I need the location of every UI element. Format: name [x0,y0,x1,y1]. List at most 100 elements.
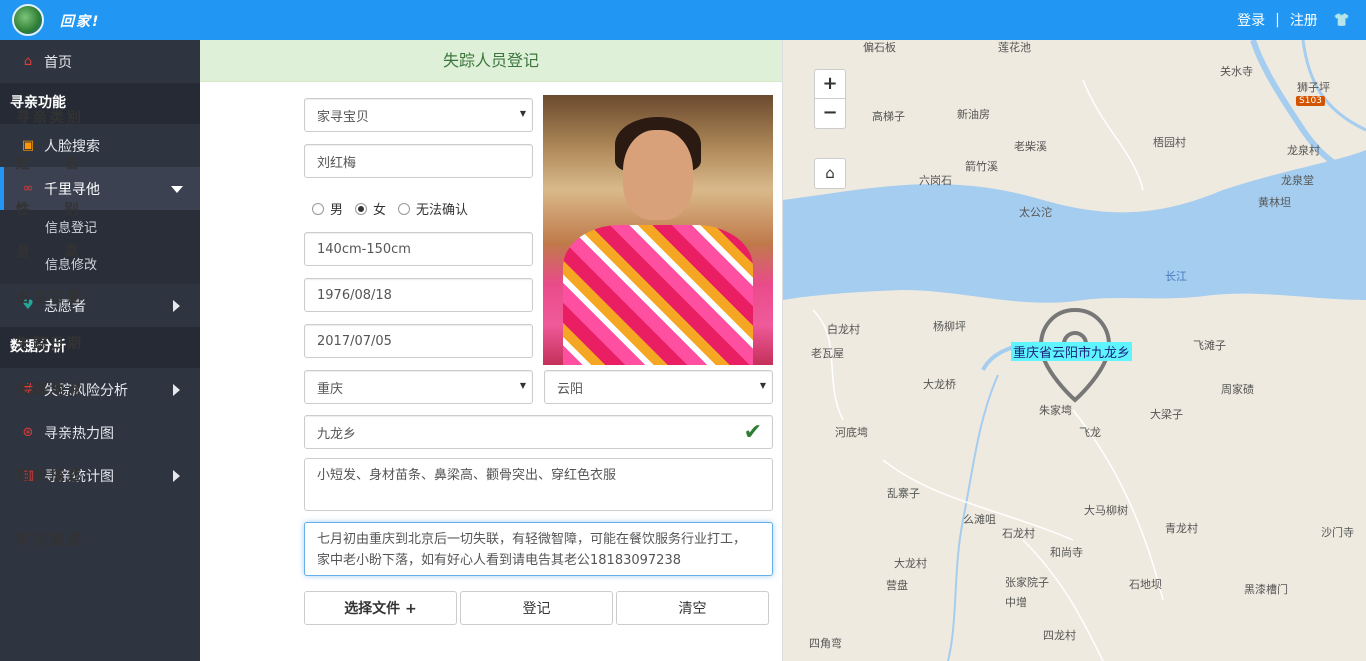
place-label: 老柴溪 [1014,140,1047,153]
place-label: 四龙村 [1043,629,1076,642]
place-label: 梧园村 [1153,136,1186,149]
place-label: 乱寨子 [887,487,920,500]
description-label: 相关描述 [16,468,84,484]
place-label: 大龙桥 [923,378,956,391]
shirt-icon[interactable]: 👕 [1334,13,1350,28]
city-select-value: 云阳 [557,381,584,397]
birth-label: 出生日期 [16,290,84,306]
radio-label: 女 [373,203,387,218]
place-label: 飞滩子 [1193,339,1226,352]
zoom-control: + − [814,69,846,129]
brand-title: 回家! [60,14,101,30]
description-textarea[interactable]: 小短发、身材苗条、鼻梁高、颧骨突出、穿红色衣服 [304,458,773,511]
chevron-right-icon [173,384,180,396]
chevron-down-icon [171,186,183,193]
height-label: 身 高 [16,244,82,260]
submit-button[interactable]: 登记 [460,591,613,625]
place-label: 中增 [1005,596,1027,609]
river-label: 长江 [1165,270,1187,283]
place-label: 箭竹溪 [965,160,998,173]
place-label: 黑漆槽门 [1244,583,1288,596]
place-label: 营盘 [886,579,908,592]
clear-button[interactable]: 清空 [616,591,769,625]
place-label: 大马柳树 [1084,504,1128,517]
name-field[interactable]: 刘红梅 [304,144,533,178]
place-label: 莲花池 [998,41,1031,54]
sidebar-item-heatmap[interactable]: ⊛ 寻亲热力图 [0,411,200,454]
home-icon: ⌂ [23,54,33,69]
road-badge: S103 [1296,96,1325,106]
place-label: 张家院子 [1005,576,1049,589]
missing-date-value: 2017/07/05 [317,333,392,349]
auth-links: 登录 | 注册 👕 [1237,10,1350,30]
map-view[interactable]: + − ⌂ S103 长江 重庆省云阳市九龙乡 偏石板 莲花池 关水寺 狮子坪 … [783,40,1366,661]
radio-button-selected[interactable] [355,202,368,215]
province-select[interactable]: 重庆 [304,370,533,404]
zoom-out-button[interactable]: − [815,99,845,128]
place-label: 白龙村 [827,323,860,336]
place-label: 飞龙 [1079,426,1101,439]
name-label: 姓 名 [16,156,82,172]
extra-textarea[interactable]: 七月初由重庆到北京后一切失联，有轻微智障，可能在餐饮服务行业打工，家中老小盼下落… [304,522,773,576]
place-label: 青龙村 [1165,522,1198,535]
province-select-value: 重庆 [317,381,344,397]
panel-title: 失踪人员登记 [200,40,782,82]
face-scan-icon: ▣ [21,138,35,153]
zoom-in-button[interactable]: + [815,70,845,99]
extra-label: 附加描述 [16,532,84,548]
description-value: 小短发、身材苗条、鼻梁高、颧骨突出、穿红色衣服 [317,468,617,483]
sidebar-item-label: 寻亲热力图 [44,425,114,442]
place-label: 龙泉村 [1287,144,1320,157]
gender-option-unknown[interactable]: 无法确认 [398,199,468,218]
birth-date-field[interactable]: 1976/08/18 [304,278,533,312]
binoculars-icon: ∞ [22,181,34,196]
register-link[interactable]: 注册 [1290,10,1318,30]
place-label: 狮子坪 [1297,81,1330,94]
place-label: 么滩咀 [963,513,996,526]
place-label: 偏石板 [863,41,896,54]
city-select[interactable]: 云阳 [544,370,773,404]
missing-date-label: 失踪日期 [16,336,84,352]
height-field[interactable]: 140cm-150cm [304,232,533,266]
detail-place-field[interactable]: 九龙乡 ✔ [304,415,773,449]
place-label: 杨柳坪 [933,320,966,333]
category-select-value: 家寻宝贝 [317,109,370,125]
extra-value: 七月初由重庆到北京后一切失联，有轻微智障，可能在餐饮服务行业打工，家中老小盼下落… [317,532,747,568]
missing-place-label: 失踪地点 [16,382,84,398]
radio-label: 无法确认 [416,203,469,218]
heatmap-icon: ⊛ [22,425,34,440]
gender-label: 性 别 [16,202,82,218]
place-label: 周家碛 [1221,383,1254,396]
place-label: 朱家塆 [1039,404,1072,417]
place-label: 黄林坦 [1258,196,1291,209]
login-link[interactable]: 登录 [1237,10,1265,30]
place-label: 高梯子 [872,110,905,123]
sidebar-item-home[interactable]: ⌂ 首页 [0,40,200,83]
radio-button[interactable] [398,202,411,215]
place-label: 关水寺 [1220,65,1253,78]
top-bar: 回家! 登录 | 注册 👕 [0,0,1366,40]
missing-date-field[interactable]: 2017/07/05 [304,324,533,358]
category-select[interactable]: 家寻宝贝 [304,98,533,132]
place-label: 四角弯 [809,637,842,650]
location-pin-label: 重庆省云阳市九龙乡 [1011,342,1133,361]
gender-option-female[interactable]: 女 [355,199,386,218]
checkmark-icon: ✔ [743,420,762,445]
globe-logo-icon[interactable] [12,4,44,36]
photo-scarf [563,225,753,365]
choose-file-button[interactable]: 选择文件 + [304,591,457,625]
gender-option-male[interactable]: 男 [312,199,343,218]
place-label: 沙门寺 [1321,526,1354,539]
place-label: 河底塆 [835,426,868,439]
person-photo [543,95,773,365]
place-label: 龙泉堂 [1281,174,1314,187]
sidebar-item-label: 千里寻他 [44,181,100,198]
place-label: 老瓦屋 [811,347,844,360]
birth-date-value: 1976/08/18 [317,287,392,303]
auth-separator: | [1275,12,1280,28]
place-label: 石龙村 [1002,527,1035,540]
map-home-icon[interactable]: ⌂ [814,158,846,189]
chevron-right-icon [173,300,180,312]
radio-label: 男 [330,203,344,218]
radio-button[interactable] [312,202,324,215]
